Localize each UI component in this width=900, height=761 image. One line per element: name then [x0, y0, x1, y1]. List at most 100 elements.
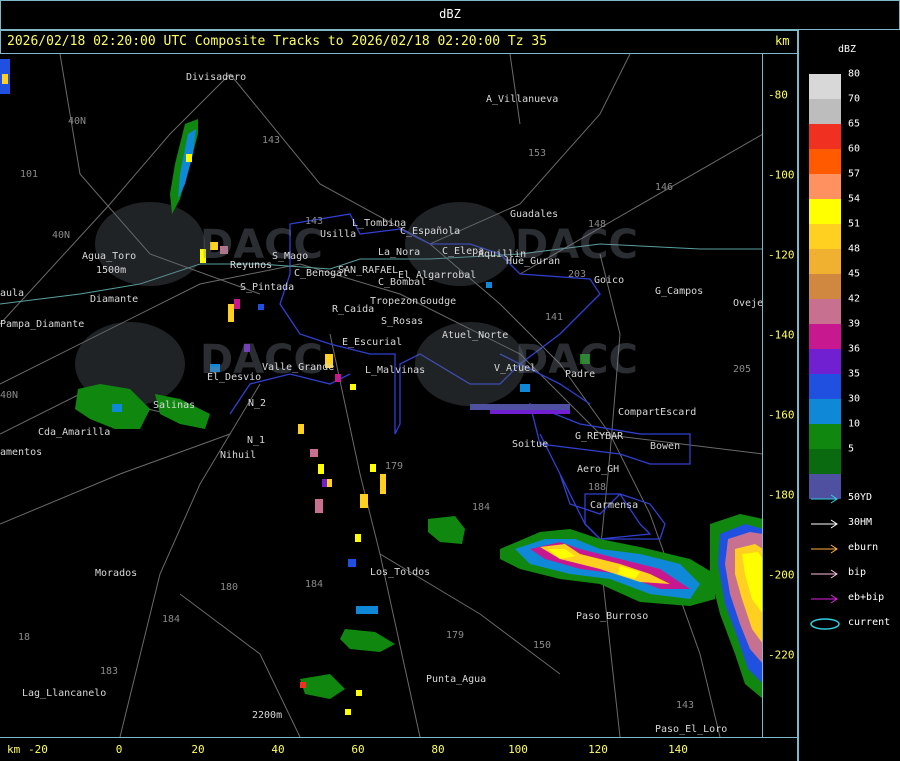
place-label: Morados	[95, 568, 138, 579]
x-tick-label: 140	[668, 743, 688, 756]
route-number: 143	[676, 700, 695, 711]
place-label: A_Villanueva	[486, 94, 559, 105]
legend-track-label: eb+bip	[848, 592, 885, 603]
place-label: L_Tombina	[352, 218, 407, 229]
place-label: Diamante	[90, 294, 139, 305]
legend-value-label: 45	[848, 268, 861, 280]
legend-swatch	[809, 124, 841, 149]
place-label: aula	[0, 288, 25, 299]
place-label: Los_Toldos	[370, 567, 431, 578]
y-tick-label: -220	[768, 648, 795, 662]
legend-value-label: 80	[848, 68, 861, 80]
place-label: SAN_RAFAEL	[338, 265, 399, 276]
route-number: 40N	[0, 390, 19, 401]
legend-value-label: 60	[848, 143, 861, 155]
legend-track-label: 30HM	[848, 517, 873, 528]
route-number: 150	[533, 640, 552, 651]
place-label: Guadales	[510, 209, 559, 220]
place-label: Lag_Llancanelo	[22, 688, 107, 699]
route-number: 203	[568, 269, 587, 280]
route-number: 143	[262, 135, 281, 146]
route-number: 101	[20, 169, 39, 180]
route-number: 180	[220, 582, 239, 593]
route-number: 179	[385, 461, 404, 472]
place-label: R_Caida	[332, 304, 375, 315]
legend-value-label: 30	[848, 393, 861, 405]
route-number: 143	[305, 216, 324, 227]
place-label: Goudge	[420, 296, 457, 307]
place-label: S_Rosas	[381, 316, 424, 327]
legend-swatch	[809, 274, 841, 299]
y-tick-label: -80	[768, 88, 788, 102]
place-label: Divisadero	[186, 72, 247, 83]
place-label: Cda_Amarilla	[38, 427, 111, 438]
radar-map[interactable]: DACC DACC DACC DACC Divisadero A_Villanu…	[0, 54, 763, 737]
place-label: Padre	[565, 369, 596, 380]
place-label: Nihuil	[220, 450, 257, 461]
window-title: dBZ	[439, 7, 461, 21]
place-label: Reyunos	[230, 260, 273, 271]
legend-value-label: 35	[848, 368, 861, 380]
legend-swatch	[809, 374, 841, 399]
map-canvas	[0, 54, 762, 737]
arrow-icon	[811, 594, 838, 604]
place-label: amentos	[0, 447, 43, 458]
legend-swatch	[809, 249, 841, 274]
arrow-icon	[811, 494, 838, 504]
place-label: Oveje	[733, 298, 763, 309]
place-label: Soitue	[512, 439, 549, 450]
place-label: Aero_GH	[577, 464, 620, 475]
legend-value-label: 57	[848, 168, 861, 180]
place-label: Pampa_Diamante	[0, 319, 85, 330]
y-tick-label: -100	[768, 168, 795, 182]
place-label: Atuel_Norte	[442, 330, 509, 341]
route-number: 141	[545, 312, 564, 323]
legend-value-label: 70	[848, 93, 861, 105]
x-tick-label: 40	[271, 743, 285, 756]
y-tick-label: -160	[768, 408, 795, 422]
legend-value-label: 42	[848, 293, 861, 305]
place-label: Tropezon	[370, 296, 419, 307]
place-label: Agua_Toro	[82, 251, 137, 262]
x-tick-label: 20	[191, 743, 205, 756]
legend-value-label: 39	[848, 318, 861, 330]
route-number: 40N	[52, 230, 71, 241]
legend-swatch	[809, 424, 841, 449]
header-unit: km	[775, 34, 790, 48]
header-timestamp: 2026/02/18 02:20:00 UTC Composite Tracks…	[7, 34, 548, 49]
legend-track-label: bip	[848, 567, 867, 578]
place-label: N_2	[248, 398, 267, 409]
legend-value-label: 10	[848, 418, 861, 430]
x-tick-label: 120	[588, 743, 608, 756]
place-label: El_Algarrobal	[398, 270, 477, 281]
storm-track-north	[170, 119, 198, 214]
route-number: 184	[305, 579, 324, 590]
route-number: 184	[162, 614, 181, 625]
legend-value-label: 51	[848, 218, 861, 230]
route-number: 183	[100, 666, 119, 677]
route-number: 188	[588, 482, 607, 493]
place-label: V_Atuel	[494, 363, 537, 374]
storm-cell-southeast	[500, 529, 715, 606]
legend-track-label: eburn	[848, 542, 879, 553]
storm-cell-east	[710, 514, 762, 699]
x-tick-label: 100	[508, 743, 528, 756]
y-tick-label: -180	[768, 488, 795, 502]
route-number: 148	[588, 219, 607, 230]
route-number: 179	[446, 630, 465, 641]
x-axis-unit: km	[7, 743, 21, 756]
legend-swatch	[809, 74, 841, 99]
legend-value-label: 54	[848, 193, 861, 205]
legend-swatch	[809, 199, 841, 224]
place-label: E_Escurial	[342, 337, 403, 348]
legend-swatch	[809, 149, 841, 174]
place-label: La_Nora	[378, 247, 421, 258]
arrow-icon	[811, 544, 838, 554]
route-number: 146	[655, 182, 674, 193]
place-label: C_Española	[400, 226, 461, 237]
storm-cell-west	[75, 384, 465, 699]
y-tick-label: -140	[768, 328, 795, 342]
place-label: Paso_El_Loro	[655, 724, 728, 735]
place-label: CompartEscard	[618, 407, 697, 418]
legend-track-label: 50YD	[848, 492, 873, 503]
